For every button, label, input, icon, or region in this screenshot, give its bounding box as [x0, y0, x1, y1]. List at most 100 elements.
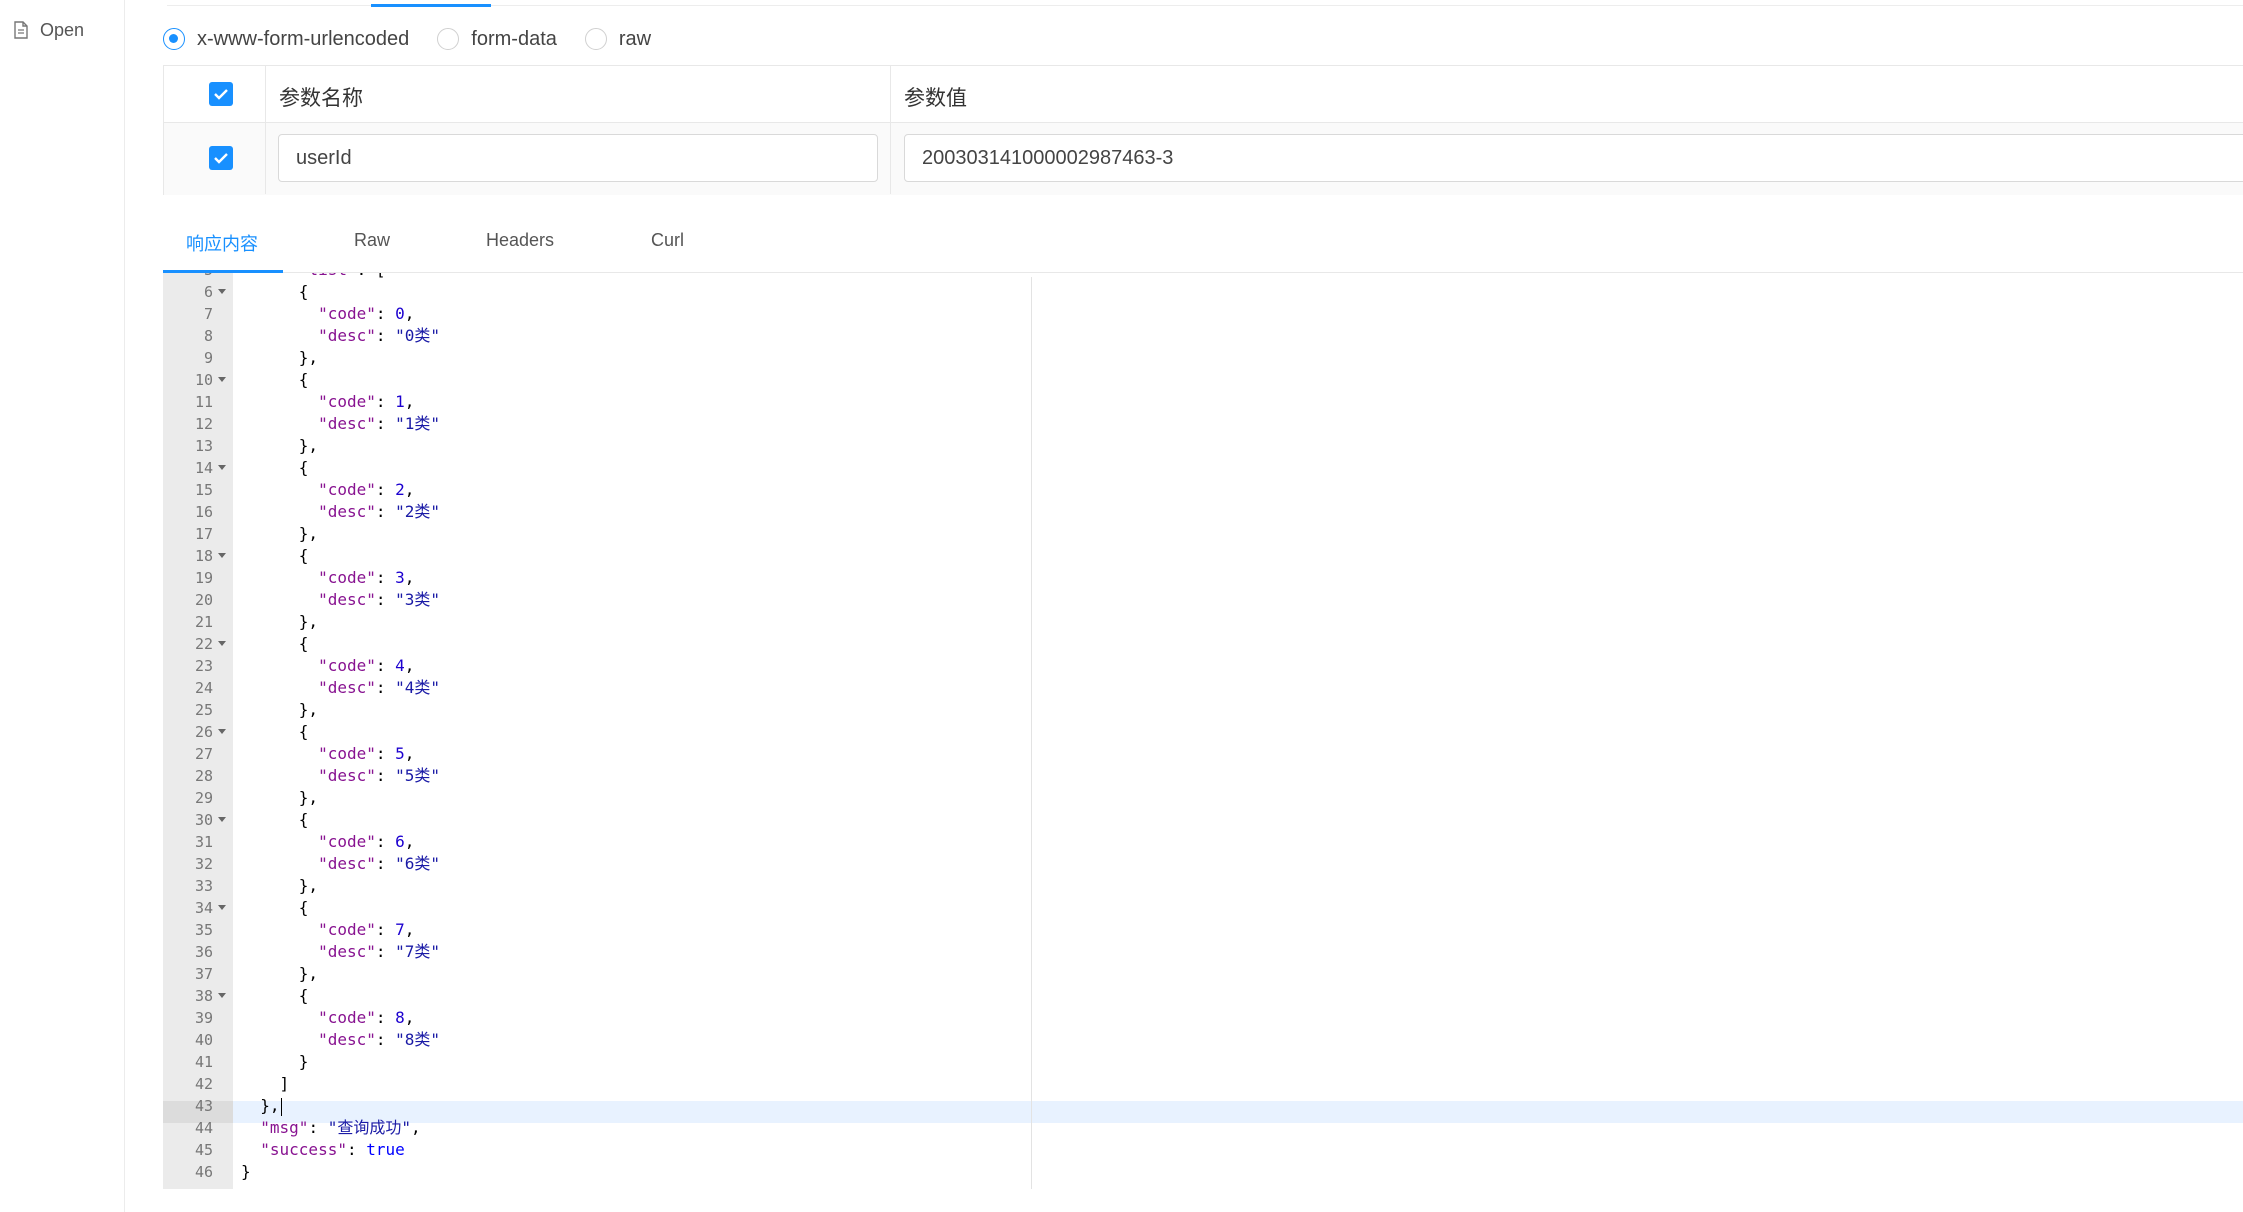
fold-toggle-icon[interactable]: [218, 641, 226, 646]
code-token: 4: [395, 656, 405, 675]
code-line: 17 },: [163, 523, 2243, 545]
response-code-editor[interactable]: 5 "list": [6 {7 "code": 0,8 "desc": "0类"…: [163, 273, 2243, 1189]
column-divider: [265, 66, 266, 194]
code-token: "desc": [318, 854, 376, 873]
fold-toggle-icon[interactable]: [218, 993, 226, 998]
check-icon: [214, 153, 228, 164]
code-text: ]: [241, 1073, 290, 1095]
code-token: {: [298, 634, 309, 653]
code-token: "desc": [318, 414, 376, 433]
radio-label: x-www-form-urlencoded: [197, 27, 410, 50]
code-token: 0: [395, 304, 405, 323]
document-icon: [14, 21, 28, 39]
code-token: ,: [404, 392, 415, 411]
line-number: 35: [194, 921, 213, 939]
column-divider: [890, 66, 891, 194]
code-line: 41 }: [163, 1051, 2243, 1073]
fold-toggle-icon[interactable]: [218, 905, 226, 910]
code-token: : [: [357, 273, 386, 279]
radio-unchecked-icon: [584, 28, 607, 50]
code-token: "code": [318, 656, 376, 675]
response-tabs: 响应内容 Raw Headers Curl: [163, 226, 2243, 273]
code-text: },: [241, 1095, 282, 1117]
code-text: "code": 1,: [241, 391, 414, 413]
code-token: },: [298, 436, 319, 455]
check-icon: [214, 89, 228, 100]
fold-toggle-icon[interactable]: [218, 465, 226, 470]
code-text: "msg": "查询成功",: [241, 1117, 420, 1139]
code-text: {: [241, 809, 309, 831]
code-line: 43 },: [163, 1095, 2243, 1117]
code-token: {: [298, 546, 309, 565]
code-token: :: [375, 480, 396, 499]
code-text: },: [241, 347, 318, 369]
code-text: "code": 6,: [241, 831, 414, 853]
fold-toggle-icon[interactable]: [218, 377, 226, 382]
fold-toggle-icon[interactable]: [218, 729, 226, 734]
line-number: 38: [194, 987, 213, 1005]
code-line: 16 "desc": "2类": [163, 501, 2243, 523]
code-token: "code": [318, 1008, 376, 1027]
code-line: 19 "code": 3,: [163, 567, 2243, 589]
code-line: 7 "code": 0,: [163, 303, 2243, 325]
param-value-input[interactable]: [904, 134, 2243, 182]
param-value-header: 参数值: [904, 87, 967, 110]
line-number: 32: [194, 855, 213, 873]
code-text: "desc": "3类": [241, 589, 440, 611]
select-all-checkbox[interactable]: [209, 82, 233, 106]
line-number: 29: [194, 789, 213, 807]
line-number: 9: [203, 349, 213, 367]
fold-toggle-icon[interactable]: [218, 817, 226, 822]
code-token: {: [298, 282, 309, 301]
code-line: 23 "code": 4,: [163, 655, 2243, 677]
tab-response-content[interactable]: 响应内容: [186, 230, 258, 256]
code-text: },: [241, 963, 318, 985]
code-text: }: [241, 1051, 309, 1073]
code-token: },: [298, 348, 319, 367]
line-number: 6: [203, 283, 213, 301]
sidebar: Open: [0, 0, 125, 1212]
code-token: 8: [395, 1008, 405, 1027]
open-button[interactable]: Open: [14, 16, 84, 44]
line-number: 26: [194, 723, 213, 741]
code-token: {: [298, 722, 309, 741]
radio-form-data[interactable]: form-data: [437, 28, 557, 51]
line-number: 44: [194, 1119, 213, 1137]
line-number: 33: [194, 877, 213, 895]
line-number: 27: [194, 745, 213, 763]
code-text: {: [241, 281, 309, 303]
code-token: :: [308, 1118, 328, 1137]
code-text: {: [241, 457, 309, 479]
top-active-tab-ink: [371, 4, 491, 7]
code-token: "success": [260, 1140, 347, 1159]
radio-raw[interactable]: raw: [584, 28, 651, 51]
line-number: 42: [194, 1075, 213, 1093]
fold-toggle-icon[interactable]: [218, 553, 226, 558]
fold-toggle-icon[interactable]: [218, 289, 226, 294]
code-line: 20 "desc": "3类": [163, 589, 2243, 611]
code-token: ,: [404, 744, 415, 763]
code-token: "desc": [318, 942, 376, 961]
param-name-input[interactable]: [278, 134, 878, 182]
code-text: {: [241, 545, 309, 567]
row-checkbox[interactable]: [209, 146, 233, 170]
code-line: 39 "code": 8,: [163, 1007, 2243, 1029]
line-number: 23: [194, 657, 213, 675]
code-text: "code": 2,: [241, 479, 414, 501]
code-token: "2类": [395, 502, 441, 521]
params-table-header: 参数名称 参数值: [164, 66, 2243, 123]
code-line: 46}: [163, 1161, 2243, 1183]
tab-headers[interactable]: Headers: [486, 230, 554, 251]
code-token: 6: [395, 832, 405, 851]
code-token: :: [375, 942, 396, 961]
code-line: 38 {: [163, 985, 2243, 1007]
code-token: {: [298, 458, 309, 477]
tab-raw[interactable]: Raw: [354, 230, 390, 251]
code-text: "desc": "6类": [241, 853, 440, 875]
tab-curl[interactable]: Curl: [651, 230, 684, 251]
line-number: 21: [194, 613, 213, 631]
radio-x-www-form-urlencoded[interactable]: x-www-form-urlencoded: [163, 28, 409, 51]
code-text: },: [241, 435, 318, 457]
code-line: 6 {: [163, 281, 2243, 303]
code-token: {: [298, 370, 309, 389]
